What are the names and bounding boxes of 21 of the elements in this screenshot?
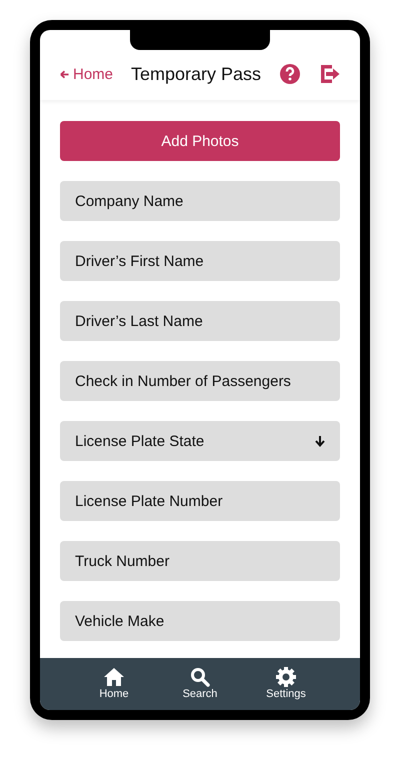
input-field[interactable]: Driver’s Last Name [60,301,340,341]
input-field[interactable]: License Plate Number [60,481,340,521]
input-field[interactable]: Vehicle Make [60,601,340,641]
down-arrow-icon [315,435,325,447]
back-arrow-icon [60,70,69,78]
input-field[interactable]: Driver’s First Name [60,241,340,281]
input-field[interactable]: Check in Number of Passengers [60,361,340,401]
page-title: Temporary Pass [131,64,262,84]
select-field[interactable]: License Plate State [60,421,340,461]
settings-icon [276,667,296,687]
home-link[interactable]: Home [60,66,114,82]
help-icon[interactable] [280,64,300,84]
input-field[interactable]: Truck Number [60,541,340,581]
nav-item[interactable]: Search [175,667,225,710]
nav-item[interactable]: Settings [261,667,311,710]
input-field[interactable]: Company Name [60,181,340,221]
logout-icon[interactable] [320,64,340,84]
home-icon [104,667,124,687]
add-photos-button[interactable]: Add Photos [60,121,340,161]
nav-item[interactable]: Home [89,667,139,710]
search-icon [190,667,210,687]
